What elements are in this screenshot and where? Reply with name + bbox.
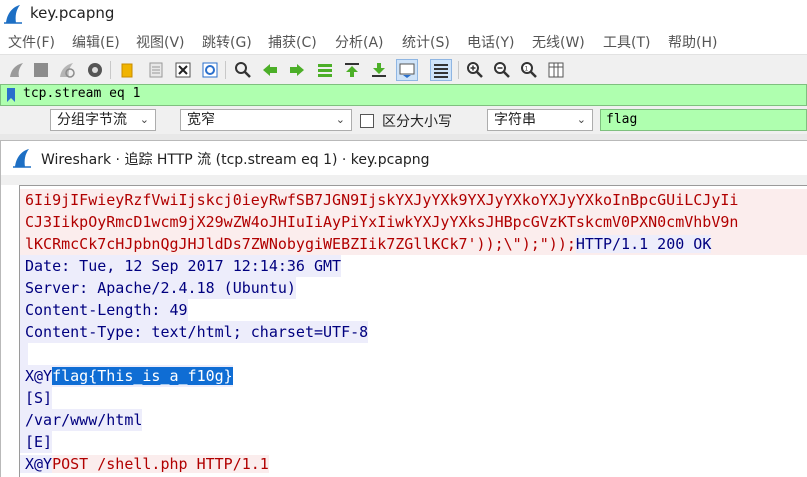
dialog-title: Wireshark · 追踪 HTTP 流 (tcp.stream eq 1) … [41, 152, 430, 168]
wireshark-fin-icon [4, 5, 22, 24]
stream-line-client: CJ3IikpOyRmcD1wcm9jX29wZW4oJHIuIiAyPiYxI… [20, 211, 807, 233]
chevron-down-icon: ⌄ [335, 113, 345, 126]
dialog-titlebar[interactable]: Wireshark · 追踪 HTTP 流 (tcp.stream eq 1) … [1, 141, 807, 175]
start-capture-icon[interactable] [6, 59, 28, 81]
chevron-down-icon: ⌄ [139, 113, 149, 126]
menu-tools[interactable]: 工具(T) [603, 32, 650, 52]
chevron-down-icon: ⌄ [576, 113, 586, 126]
server-fragment: X@Y [20, 455, 53, 473]
stream-line-server: Date: Tue, 12 Sep 2017 12:14:36 GMT [20, 255, 342, 277]
search-type-select[interactable]: 字符串 ⌄ [487, 109, 593, 131]
menu-file[interactable]: 文件(F) [8, 32, 55, 52]
marker-text: X@Y [25, 367, 53, 385]
svg-text:1: 1 [525, 66, 529, 73]
display-filter-input[interactable]: tcp.stream eq 1 [23, 86, 140, 101]
reload-file-icon[interactable] [199, 59, 221, 81]
find-packet-bar: 分组字节流 ⌄ 宽窄 ⌄ 区分大小写 字符串 ⌄ flag [0, 106, 807, 134]
char-width-select[interactable]: 宽窄 ⌄ [180, 109, 352, 131]
stream-line-server: Content-Length: 49 [20, 299, 188, 321]
main-window-titlebar: key.pcapng [0, 0, 807, 28]
colorize-icon[interactable] [430, 59, 452, 81]
menu-go[interactable]: 跳转(G) [202, 32, 252, 52]
main-toolbar: 1 [0, 54, 807, 84]
restart-capture-icon[interactable] [56, 59, 78, 81]
go-forward-icon[interactable] [286, 59, 308, 81]
stream-line-server: [E] [20, 431, 53, 453]
char-width-value: 宽窄 [187, 112, 215, 128]
toolbar-separator [225, 61, 226, 79]
menu-analyze[interactable]: 分析(A) [335, 32, 384, 52]
stream-line-mixed: lKCRmcCk7cHJpbnQgJHJldDs7ZWNobygiWEBZIik… [20, 233, 807, 255]
go-first-icon[interactable] [341, 59, 363, 81]
menu-statistics[interactable]: 统计(S) [402, 32, 450, 52]
bookmark-icon[interactable] [5, 87, 17, 103]
stream-line-mixed: X@YPOST /shell.php HTTP/1.1 [20, 453, 269, 475]
stream-line-server: Content-Type: text/html; charset=UTF-8 [20, 321, 369, 343]
menu-edit[interactable]: 编辑(E) [72, 32, 120, 52]
autoscroll-icon[interactable] [396, 59, 418, 81]
menu-wireless[interactable]: 无线(W) [532, 32, 585, 52]
window-title: key.pcapng [30, 4, 115, 22]
case-sensitive-checkbox[interactable] [360, 114, 374, 128]
client-fragment: POST /shell.php HTTP/1.1 [52, 455, 269, 473]
zoom-out-icon[interactable] [491, 59, 513, 81]
normal-size-icon[interactable]: 1 [518, 59, 540, 81]
server-fragment: HTTP/1.1 200 OK [575, 235, 712, 253]
find-string-input[interactable]: flag [600, 109, 807, 131]
go-back-icon[interactable] [259, 59, 281, 81]
search-in-select[interactable]: 分组字节流 ⌄ [50, 109, 156, 131]
open-file-icon[interactable] [116, 59, 138, 81]
go-to-packet-icon[interactable] [314, 59, 336, 81]
wireshark-fin-icon [13, 149, 31, 168]
stop-capture-icon[interactable] [30, 59, 52, 81]
menu-help[interactable]: 帮助(H) [668, 32, 717, 52]
stream-content[interactable]: 6Ii9jIFwieyRzfVwiIjskcj0ieyRwfSB7JGN9Ijs… [19, 185, 807, 477]
stream-line-server: /var/www/html [20, 409, 143, 431]
stream-line-flag: X@Yflag{This_is_a_f10g} [20, 365, 233, 387]
stream-line-server: [S] [20, 387, 53, 409]
dialog-padding [1, 175, 807, 185]
find-packet-icon[interactable] [232, 59, 254, 81]
menu-capture[interactable]: 捕获(C) [268, 32, 317, 52]
menu-telephony[interactable]: 电话(Y) [467, 32, 514, 52]
display-filter-bar: tcp.stream eq 1 [0, 84, 807, 106]
client-fragment: lKCRmcCk7cHJpbnQgJHJldDs7ZWNobygiWEBZIik… [20, 235, 576, 253]
stream-line-server: Server: Apache/2.4.18 (Ubuntu) [20, 277, 296, 299]
menu-view[interactable]: 视图(V) [136, 32, 185, 52]
save-file-icon[interactable] [145, 59, 167, 81]
selected-flag-text[interactable]: flag{This_is_a_f10g} [52, 367, 233, 385]
menu-bar: 文件(F) 编辑(E) 视图(V) 跳转(G) 捕获(C) 分析(A) 统计(S… [0, 28, 807, 54]
go-last-icon[interactable] [368, 59, 390, 81]
search-in-value: 分组字节流 [57, 112, 127, 128]
case-sensitive-label: 区分大小写 [382, 114, 452, 130]
stream-line-blank [20, 343, 28, 365]
toolbar-separator [110, 61, 111, 79]
resize-columns-icon[interactable] [545, 59, 567, 81]
capture-options-icon[interactable] [84, 59, 106, 81]
zoom-in-icon[interactable] [464, 59, 486, 81]
close-file-icon[interactable] [172, 59, 194, 81]
follow-stream-dialog: Wireshark · 追踪 HTTP 流 (tcp.stream eq 1) … [0, 140, 807, 477]
toolbar-separator [458, 61, 459, 79]
stream-line-client: 6Ii9jIFwieyRzfVwiIjskcj0ieyRwfSB7JGN9Ijs… [20, 189, 807, 211]
search-type-value: 字符串 [494, 112, 536, 128]
